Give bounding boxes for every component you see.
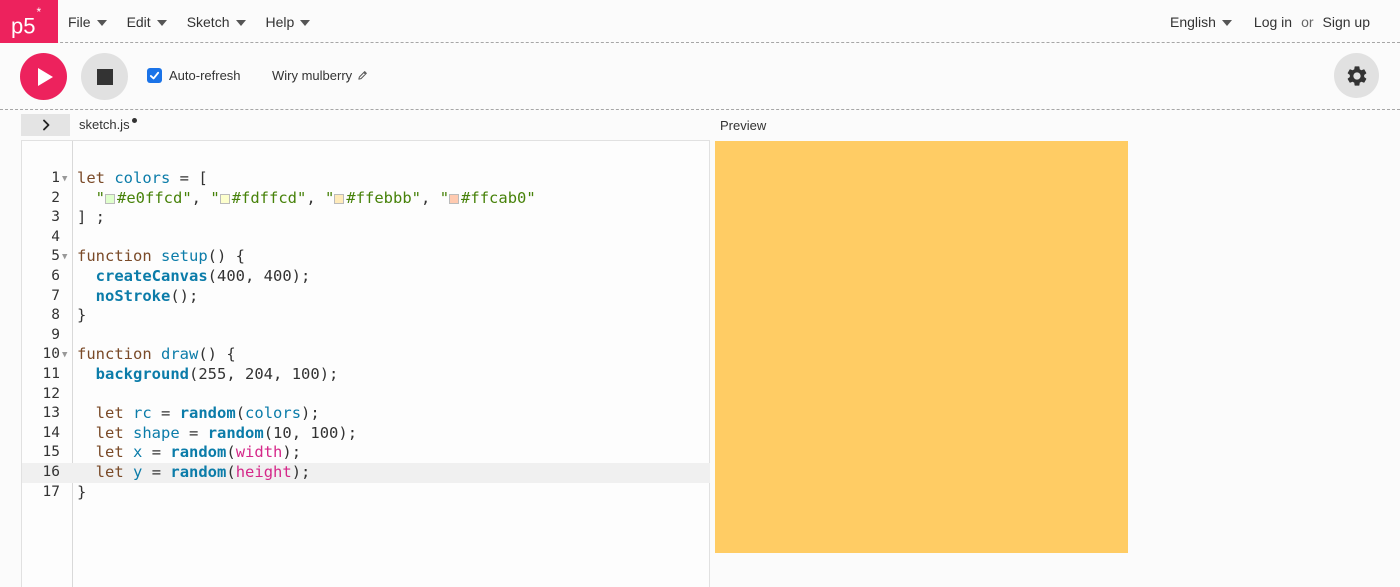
- sketch-name[interactable]: Wiry mulberry: [272, 68, 368, 83]
- chevron-right-icon: [42, 119, 49, 131]
- code-line-active[interactable]: 16 let y = random(height);: [22, 462, 710, 483]
- code-editor[interactable]: 1 ▼ let colors = [ 2 " #e0ffcd", " #fdffcd",…: [21, 140, 710, 587]
- code-line[interactable]: 3] ;: [22, 208, 710, 228]
- menu-help[interactable]: Help: [266, 14, 311, 30]
- file-name: sketch.js: [79, 117, 130, 132]
- fold-icon[interactable]: ▼: [62, 248, 67, 268]
- logo-text: p5: [11, 13, 36, 39]
- menu-sketch[interactable]: Sketch: [187, 14, 246, 30]
- fold-icon[interactable]: ▼: [62, 346, 67, 366]
- login-link[interactable]: Log in: [1254, 14, 1292, 30]
- auto-refresh-checkbox[interactable]: [147, 68, 162, 83]
- unsaved-indicator: [131, 118, 137, 123]
- signup-link[interactable]: Sign up: [1323, 14, 1370, 30]
- menu-edit[interactable]: Edit: [127, 14, 167, 30]
- pencil-icon: [358, 71, 368, 80]
- stop-icon: [96, 68, 113, 85]
- chevron-down-icon: [1221, 19, 1232, 26]
- code-line[interactable]: 9: [22, 326, 710, 346]
- code-line[interactable]: 7 noStroke();: [22, 287, 710, 307]
- account-menu: English Log in or Sign up: [1170, 0, 1370, 43]
- main-menu: File Edit Sketch Help: [68, 0, 330, 43]
- code-line[interactable]: 13 let rc = random(colors);: [22, 404, 710, 424]
- color-swatch[interactable]: [449, 193, 460, 204]
- play-button[interactable]: [20, 53, 67, 100]
- or-text: or: [1301, 13, 1314, 30]
- preview-canvas[interactable]: [715, 141, 1128, 553]
- logo-asterisk: *: [36, 5, 42, 19]
- code-lines[interactable]: 1 ▼ let colors = [ 2 " #e0ffcd", " #fdffcd",…: [22, 169, 710, 502]
- code-line[interactable]: 17}: [22, 483, 710, 503]
- toolbar: Auto-refresh Wiry mulberry: [0, 43, 1400, 110]
- code-line[interactable]: 4: [22, 228, 710, 248]
- p5-logo[interactable]: p5*: [0, 0, 58, 43]
- chevron-down-icon: [235, 19, 246, 26]
- code-line[interactable]: 15 let x = random(width);: [22, 443, 710, 463]
- code-line[interactable]: 1 ▼ let colors = [: [22, 169, 710, 189]
- expand-sidebar-button[interactable]: [21, 114, 70, 136]
- code-line[interactable]: 11 background(255, 204, 100);: [22, 365, 710, 385]
- top-nav: p5* File Edit Sketch Help English Log in…: [0, 0, 1400, 43]
- fold-icon[interactable]: ▼: [62, 170, 67, 190]
- color-swatch[interactable]: [334, 193, 345, 204]
- checkmark-icon: [149, 71, 160, 80]
- color-swatch[interactable]: [219, 193, 230, 204]
- auto-refresh-toggle[interactable]: Auto-refresh: [147, 68, 241, 83]
- gear-icon: [1347, 65, 1366, 86]
- color-swatch[interactable]: [105, 193, 116, 204]
- sketch-name-text: Wiry mulberry: [272, 68, 353, 83]
- chevron-down-icon: [156, 19, 167, 26]
- file-tab-sketch[interactable]: sketch.js: [79, 117, 137, 132]
- code-line[interactable]: 12: [22, 385, 710, 405]
- auto-refresh-label: Auto-refresh: [169, 68, 241, 83]
- menu-file[interactable]: File: [68, 14, 107, 30]
- code-line[interactable]: 8}: [22, 306, 710, 326]
- code-line[interactable]: 2 " #e0ffcd", " #fdffcd", " #ffebbb", " #ffc…: [22, 189, 710, 209]
- language-select[interactable]: English: [1170, 14, 1232, 30]
- code-line[interactable]: 5 ▼ function setup() {: [22, 247, 710, 267]
- chevron-down-icon: [96, 19, 107, 26]
- stop-button[interactable]: [81, 53, 128, 100]
- preview-label: Preview: [720, 118, 767, 133]
- code-line[interactable]: 10 ▼ function draw() {: [22, 345, 710, 365]
- code-line[interactable]: 6 createCanvas(400, 400);: [22, 267, 710, 287]
- code-line[interactable]: 14 let shape = random(10, 100);: [22, 424, 710, 444]
- settings-button[interactable]: [1334, 53, 1379, 98]
- chevron-down-icon: [300, 19, 311, 26]
- play-icon: [38, 67, 53, 86]
